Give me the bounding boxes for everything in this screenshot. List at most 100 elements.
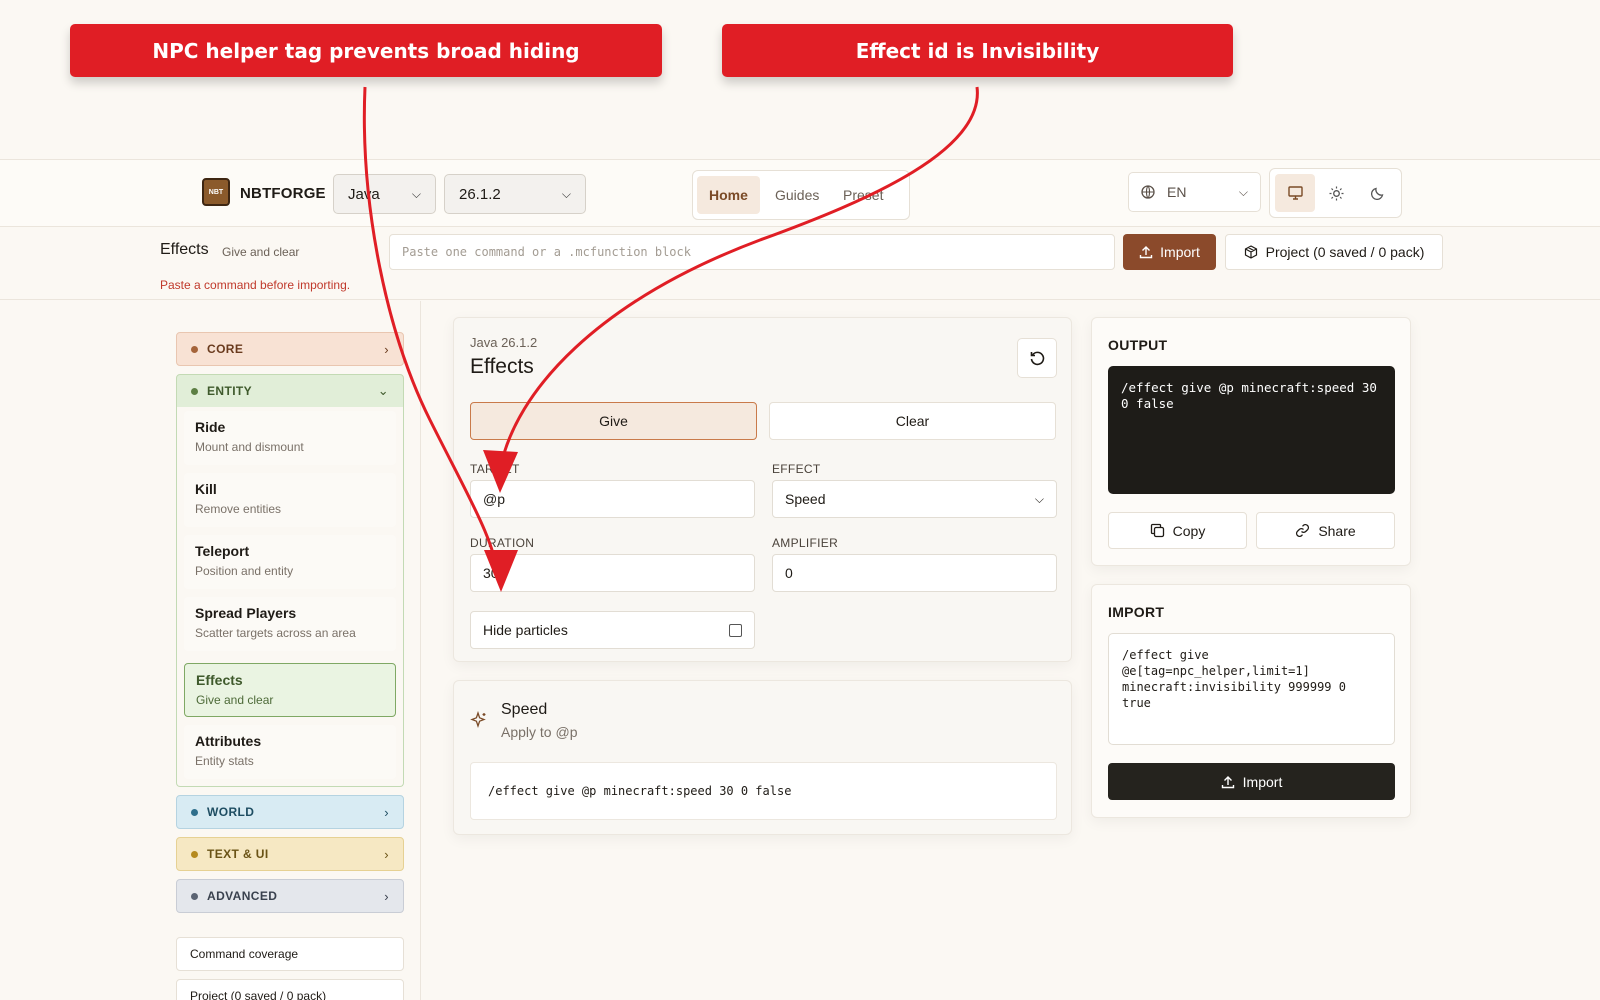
category-world[interactable]: WORLD › xyxy=(176,795,404,829)
page-title: Effects xyxy=(160,241,209,258)
project-button-label: Project (0 saved / 0 pack) xyxy=(1265,244,1425,260)
category-text-ui[interactable]: TEXT & UI › xyxy=(176,837,404,871)
sidebar-item-title: Spread Players xyxy=(195,605,297,621)
target-input[interactable]: @p xyxy=(470,480,755,518)
editor-title: Effects xyxy=(470,355,534,378)
edition-select[interactable]: Java ⌵ xyxy=(333,174,436,214)
monitor-icon xyxy=(1287,186,1303,200)
chevron-right-icon: › xyxy=(384,846,389,862)
reset-icon xyxy=(1030,351,1044,365)
copy-icon xyxy=(1150,523,1164,538)
import-error-message: Paste a command before importing. xyxy=(160,278,351,292)
sidebar-item-title: Ride xyxy=(195,419,226,435)
effects-editor-card: Java 26.1.2 Effects Give Clear TARGET @p… xyxy=(453,317,1072,662)
nav-preset[interactable]: Preset xyxy=(831,176,895,214)
brand-name[interactable]: NBTFORGE xyxy=(240,185,326,202)
entity-command-list: Ride Mount and dismount Kill Remove enti… xyxy=(176,407,404,787)
theme-switcher xyxy=(1269,168,1402,218)
sun-icon xyxy=(1329,186,1343,200)
output-title: OUTPUT xyxy=(1108,337,1168,353)
project-button[interactable]: Project (0 saved / 0 pack) xyxy=(1225,234,1443,270)
duration-input[interactable]: 30 xyxy=(470,554,755,592)
theme-dark-button[interactable] xyxy=(1358,174,1398,212)
paste-command-input[interactable]: Paste one command or a .mcfunction block xyxy=(389,234,1115,270)
effect-select[interactable]: Speed ⌵ xyxy=(772,480,1057,518)
edition-select-value: Java xyxy=(348,185,380,203)
globe-icon xyxy=(1141,185,1155,199)
hide-particles-checkbox[interactable] xyxy=(729,623,742,637)
chevron-down-icon: ⌵ xyxy=(1238,184,1248,199)
command-coverage-link[interactable]: Command coverage xyxy=(176,937,404,971)
sidebar-project-link[interactable]: Project (0 saved / 0 pack) xyxy=(176,979,404,1000)
category-text-ui-label: TEXT & UI xyxy=(207,847,269,861)
category-entity[interactable]: ENTITY ⌄ xyxy=(176,374,404,408)
reset-button[interactable] xyxy=(1017,338,1057,378)
dot-icon xyxy=(191,345,198,353)
chevron-right-icon: › xyxy=(384,341,389,357)
sidebar-item-desc: Entity stats xyxy=(195,754,254,768)
top-header: NBT NBTFORGE Java ⌵ 26.1.2 ⌵ Home Guides… xyxy=(0,159,1600,227)
sidebar-item-ride[interactable]: Ride Mount and dismount xyxy=(184,411,396,465)
sidebar-item-desc: Mount and dismount xyxy=(195,440,304,454)
hide-particles-label: Hide particles xyxy=(483,622,568,638)
amplifier-input[interactable]: 0 xyxy=(772,554,1057,592)
sidebar-item-attributes[interactable]: Attributes Entity stats xyxy=(184,725,396,779)
dot-icon xyxy=(191,387,198,395)
upload-icon xyxy=(1139,246,1153,259)
summary-command: /effect give @p minecraft:speed 30 0 fal… xyxy=(470,762,1057,820)
mode-give-button[interactable]: Give xyxy=(470,402,757,440)
effect-label: EFFECT xyxy=(772,462,821,476)
amplifier-label: AMPLIFIER xyxy=(772,536,839,550)
category-core-label: CORE xyxy=(207,342,244,356)
logo[interactable]: NBT xyxy=(202,178,230,206)
copy-button[interactable]: Copy xyxy=(1108,512,1247,549)
share-button[interactable]: Share xyxy=(1256,512,1395,549)
import-panel-button[interactable]: Import xyxy=(1108,763,1395,800)
annotation-banner-right: Effect id is Invisibility xyxy=(722,24,1233,77)
theme-light-button[interactable] xyxy=(1316,174,1356,212)
moon-icon xyxy=(1371,187,1384,200)
chevron-right-icon: › xyxy=(384,804,389,820)
theme-system-button[interactable] xyxy=(1275,174,1315,212)
nav-home[interactable]: Home xyxy=(697,176,760,214)
language-select[interactable]: EN ⌵ xyxy=(1128,172,1261,212)
duration-input-value: 30 xyxy=(483,565,499,581)
dot-icon xyxy=(191,808,198,816)
amplifier-input-value: 0 xyxy=(785,565,793,581)
summary-subtitle: Apply to @p xyxy=(501,724,578,740)
import-textarea[interactable]: /effect give @e[tag=npc_helper,limit=1] … xyxy=(1108,633,1395,745)
category-advanced[interactable]: ADVANCED › xyxy=(176,879,404,913)
sub-header: Effects Give and clear Paste a command b… xyxy=(0,228,1600,300)
command-summary-card: Speed Apply to @p /effect give @p minecr… xyxy=(453,680,1072,835)
import-panel-button-label: Import xyxy=(1242,773,1283,790)
link-icon xyxy=(1296,523,1310,538)
output-command: /effect give @p minecraft:speed 30 0 fal… xyxy=(1108,366,1395,494)
effect-select-value: Speed xyxy=(785,491,826,507)
page-subtitle: Give and clear xyxy=(222,245,300,259)
target-input-value: @p xyxy=(483,491,505,507)
import-button[interactable]: Import xyxy=(1123,234,1216,270)
hide-particles-toggle[interactable]: Hide particles xyxy=(470,611,755,649)
version-select[interactable]: 26.1.2 ⌵ xyxy=(444,174,586,214)
sidebar-item-effects[interactable]: Effects Give and clear xyxy=(184,663,396,717)
output-panel: OUTPUT /effect give @p minecraft:speed 3… xyxy=(1091,317,1411,566)
sidebar-item-teleport[interactable]: Teleport Position and entity xyxy=(184,535,396,589)
sidebar-item-desc: Position and entity xyxy=(195,564,294,578)
chevron-down-icon: ⌵ xyxy=(411,186,421,201)
category-core[interactable]: CORE › xyxy=(176,332,404,366)
chevron-right-icon: › xyxy=(384,888,389,904)
sidebar-divider xyxy=(420,301,421,1000)
chevron-down-icon: ⌵ xyxy=(1034,491,1044,506)
sidebar-item-desc: Scatter targets across an area xyxy=(195,626,356,640)
version-label: Java 26.1.2 xyxy=(470,335,538,350)
sidebar-item-kill[interactable]: Kill Remove entities xyxy=(184,473,396,527)
sparkles-icon xyxy=(470,711,486,729)
nav-guides[interactable]: Guides xyxy=(763,176,831,214)
chevron-down-icon: ⌵ xyxy=(561,186,571,201)
dot-icon xyxy=(191,850,198,858)
chevron-down-icon: ⌄ xyxy=(377,383,389,398)
import-title: IMPORT xyxy=(1108,604,1165,620)
mode-clear-button[interactable]: Clear xyxy=(769,402,1056,440)
sidebar-item-spread-players[interactable]: Spread Players Scatter targets across an… xyxy=(184,597,396,651)
main-nav: Home Guides Preset xyxy=(692,170,910,220)
